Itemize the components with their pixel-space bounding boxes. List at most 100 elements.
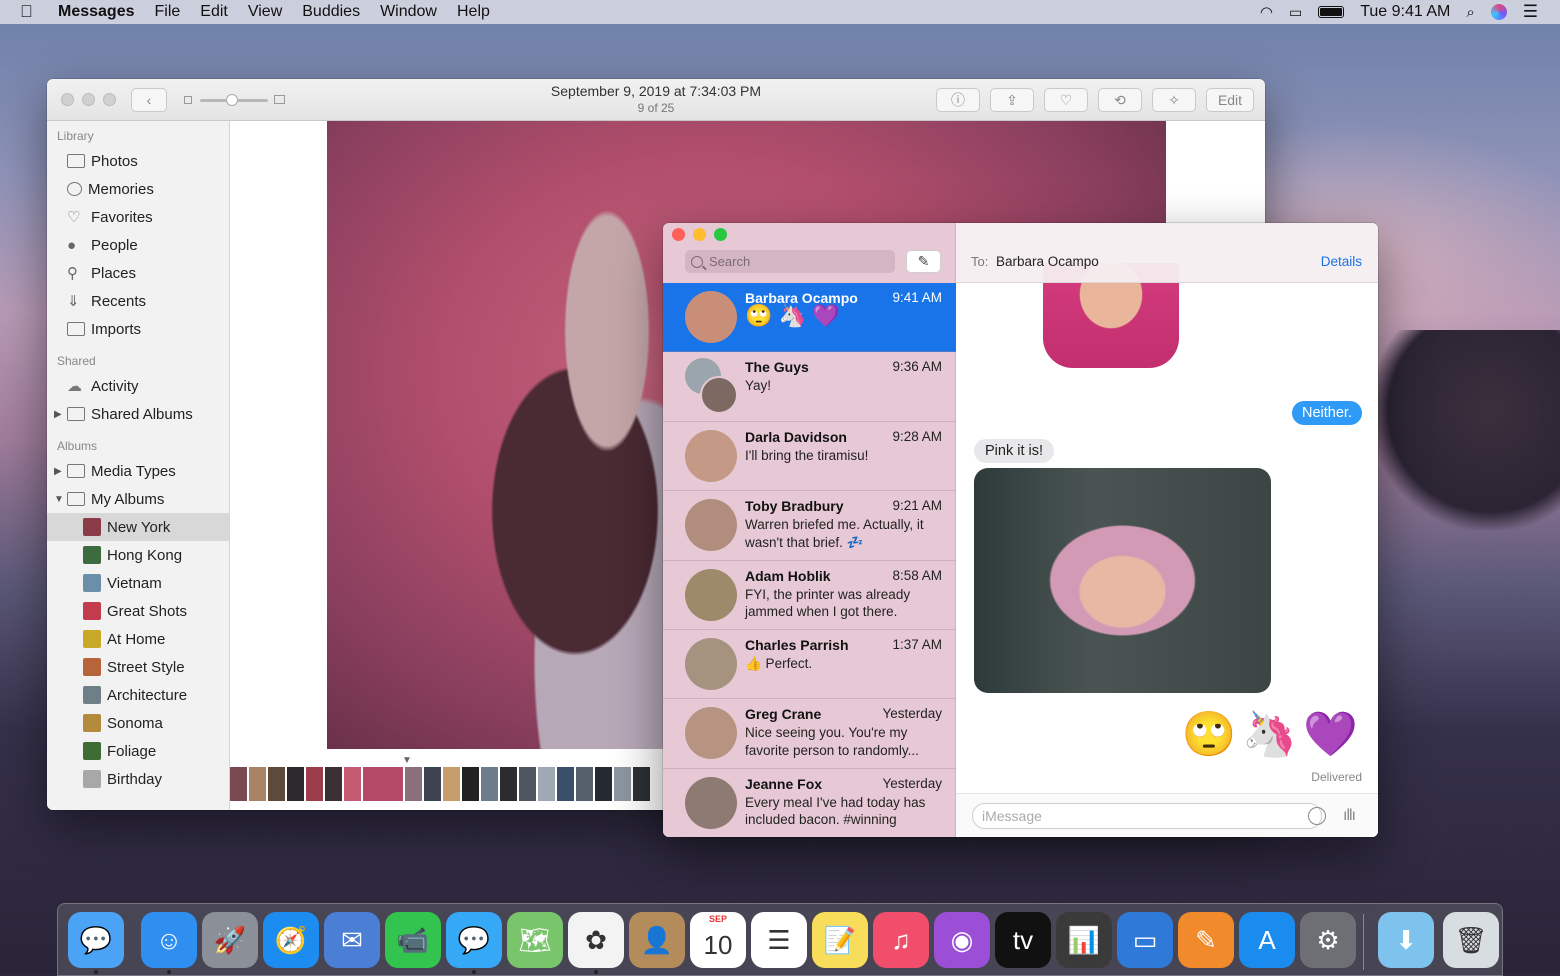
sidebar-item-activity[interactable]: ☁ Activity	[47, 372, 229, 400]
sidebar-item-favorites[interactable]: ♡ Favorites	[47, 203, 229, 231]
downloads-folder-icon[interactable]: ⬇	[1378, 912, 1434, 968]
sidebar-album-great-shots[interactable]: Great Shots	[47, 597, 229, 625]
messages-tinyapp-icon[interactable]: 💬	[68, 912, 124, 968]
sidebar-album-foliage[interactable]: Foliage	[47, 737, 229, 765]
maps-icon[interactable]: 🗺	[507, 912, 563, 968]
emoji-message[interactable]: 🙄🦄💜	[1182, 708, 1364, 760]
menu-edit[interactable]: Edit	[200, 3, 228, 21]
disclosure-right-icon[interactable]: ▶	[54, 466, 62, 477]
filmstrip-thumb[interactable]	[614, 767, 631, 801]
close-button[interactable]	[672, 228, 685, 241]
podcasts-icon[interactable]: ◉	[934, 912, 990, 968]
photos-icon[interactable]: ✿	[568, 912, 624, 968]
music-icon[interactable]: ♫	[873, 912, 929, 968]
menu-app-name[interactable]: Messages	[58, 3, 135, 21]
system-preferences-icon[interactable]: ⚙	[1300, 912, 1356, 968]
finder-icon[interactable]: ☺	[141, 912, 197, 968]
filmstrip-thumb[interactable]	[557, 767, 574, 801]
filmstrip-thumb[interactable]	[287, 767, 304, 801]
sidebar-item-imports[interactable]: Imports	[47, 315, 229, 343]
sidebar-album-birthday[interactable]: Birthday	[47, 765, 229, 793]
filmstrip-thumb[interactable]	[405, 767, 422, 801]
compose-button[interactable]: ✎	[906, 250, 941, 273]
filmstrip-thumb[interactable]	[306, 767, 323, 801]
menu-file[interactable]: File	[155, 3, 181, 21]
sidebar-album-hong-kong[interactable]: Hong Kong	[47, 541, 229, 569]
filmstrip-thumb[interactable]	[633, 767, 650, 801]
sidebar-album-street-style[interactable]: Street Style	[47, 653, 229, 681]
rotate-button[interactable]: ⟲	[1098, 88, 1142, 112]
spotlight-icon[interactable]: ⌕	[1466, 4, 1474, 21]
filmstrip-thumb[interactable]	[443, 767, 460, 801]
sidebar-item-my-albums[interactable]: ▼ My Albums	[47, 485, 229, 513]
filmstrip-thumb[interactable]	[500, 767, 517, 801]
minimize-button[interactable]	[693, 228, 706, 241]
notes-icon[interactable]: 📝	[812, 912, 868, 968]
filmstrip-thumb[interactable]	[268, 767, 285, 801]
sidebar-item-people[interactable]: ● People	[47, 231, 229, 259]
favorite-button[interactable]: ♡	[1044, 88, 1088, 112]
filmstrip-thumb-selected[interactable]	[361, 765, 405, 803]
share-button[interactable]: ⇪	[990, 88, 1034, 112]
reminders-icon[interactable]: ☰	[751, 912, 807, 968]
conversation-item-darla-davidson[interactable]: Darla Davidson 9:28 AM I'll bring the ti…	[663, 422, 956, 492]
disclosure-right-icon[interactable]: ▶	[54, 409, 62, 420]
edit-button[interactable]: Edit	[1206, 88, 1254, 112]
tv-icon[interactable]: tv	[995, 912, 1051, 968]
app-store-icon[interactable]: A	[1239, 912, 1295, 968]
sidebar-album-at-home[interactable]: At Home	[47, 625, 229, 653]
incoming-message-bubble[interactable]: Pink it is!	[974, 439, 1055, 463]
imessage-input[interactable]: iMessage	[972, 803, 1322, 829]
conversation-item-greg-crane[interactable]: Greg Crane Yesterday Nice seeing you. Yo…	[663, 699, 956, 769]
conversation-item-barbara-ocampo[interactable]: Barbara Ocampo 9:41 AM 🙄 🦄 💜	[663, 283, 956, 353]
sidebar-album-sonoma[interactable]: Sonoma	[47, 709, 229, 737]
sidebar-item-shared-albums[interactable]: ▶ Shared Albums	[47, 400, 229, 428]
calendar-icon[interactable]: SEP 10	[690, 912, 746, 968]
sidebar-item-photos[interactable]: Photos	[47, 147, 229, 175]
disclosure-down-icon[interactable]: ▼	[54, 494, 64, 505]
conversation-item-the-guys[interactable]: The Guys 9:36 AM Yay!	[663, 352, 956, 422]
zoom-button[interactable]	[714, 228, 727, 241]
launchpad-icon[interactable]: 🚀	[202, 912, 258, 968]
details-button[interactable]: Details	[1321, 254, 1362, 269]
menu-clock[interactable]: Tue 9:41 AM	[1360, 3, 1450, 21]
menu-window[interactable]: Window	[380, 3, 437, 21]
keynote-icon[interactable]: ▭	[1117, 912, 1173, 968]
apple-menu-icon[interactable]: 	[20, 2, 42, 22]
filmstrip-thumb[interactable]	[519, 767, 536, 801]
sidebar-item-memories[interactable]: Memories	[47, 175, 229, 203]
messages-icon[interactable]: 💬	[446, 912, 502, 968]
filmstrip-thumb[interactable]	[595, 767, 612, 801]
numbers-icon[interactable]: 📊	[1056, 912, 1112, 968]
filmstrip-thumb[interactable]	[424, 767, 441, 801]
info-button[interactable]: ⓘ	[936, 88, 980, 112]
battery-icon[interactable]	[1318, 6, 1345, 18]
enhance-button[interactable]: ✧	[1152, 88, 1196, 112]
filmstrip-thumb[interactable]	[538, 767, 555, 801]
safari-icon[interactable]: 🧭	[263, 912, 319, 968]
wifi-icon[interactable]: ◠	[1260, 3, 1273, 21]
outgoing-message-bubble[interactable]: Neither.	[1292, 401, 1362, 425]
filmstrip-thumb[interactable]	[344, 767, 361, 801]
conversation-item-adam-hoblik[interactable]: Adam Hoblik 8:58 AM FYI, the printer was…	[663, 561, 956, 630]
airplay-icon[interactable]: ▭	[1289, 4, 1302, 21]
sidebar-item-places[interactable]: ⚲ Places	[47, 259, 229, 287]
contacts-icon[interactable]: 👤	[629, 912, 685, 968]
filmstrip-thumb[interactable]	[230, 767, 247, 801]
filmstrip-thumb[interactable]	[576, 767, 593, 801]
filmstrip-thumb[interactable]	[249, 767, 266, 801]
trash-icon[interactable]: 🗑	[1443, 912, 1499, 968]
sidebar-album-new-york[interactable]: New York	[47, 513, 229, 541]
filmstrip-thumb[interactable]	[325, 767, 342, 801]
mail-icon[interactable]: ✉	[324, 912, 380, 968]
sidebar-album-vietnam[interactable]: Vietnam	[47, 569, 229, 597]
conversation-item-charles-parrish[interactable]: Charles Parrish 1:37 AM 👍 Perfect.	[663, 630, 956, 700]
menu-buddies[interactable]: Buddies	[302, 3, 360, 21]
sidebar-album-architecture[interactable]: Architecture	[47, 681, 229, 709]
incoming-photo-message[interactable]	[974, 468, 1271, 693]
sidebar-item-recents[interactable]: ⇓ Recents	[47, 287, 229, 315]
filmstrip[interactable]	[230, 765, 665, 803]
menu-view[interactable]: View	[248, 3, 282, 21]
menu-help[interactable]: Help	[457, 3, 490, 21]
conversation-item-jeanne-fox[interactable]: Jeanne Fox Yesterday Every meal I've had…	[663, 769, 956, 837]
